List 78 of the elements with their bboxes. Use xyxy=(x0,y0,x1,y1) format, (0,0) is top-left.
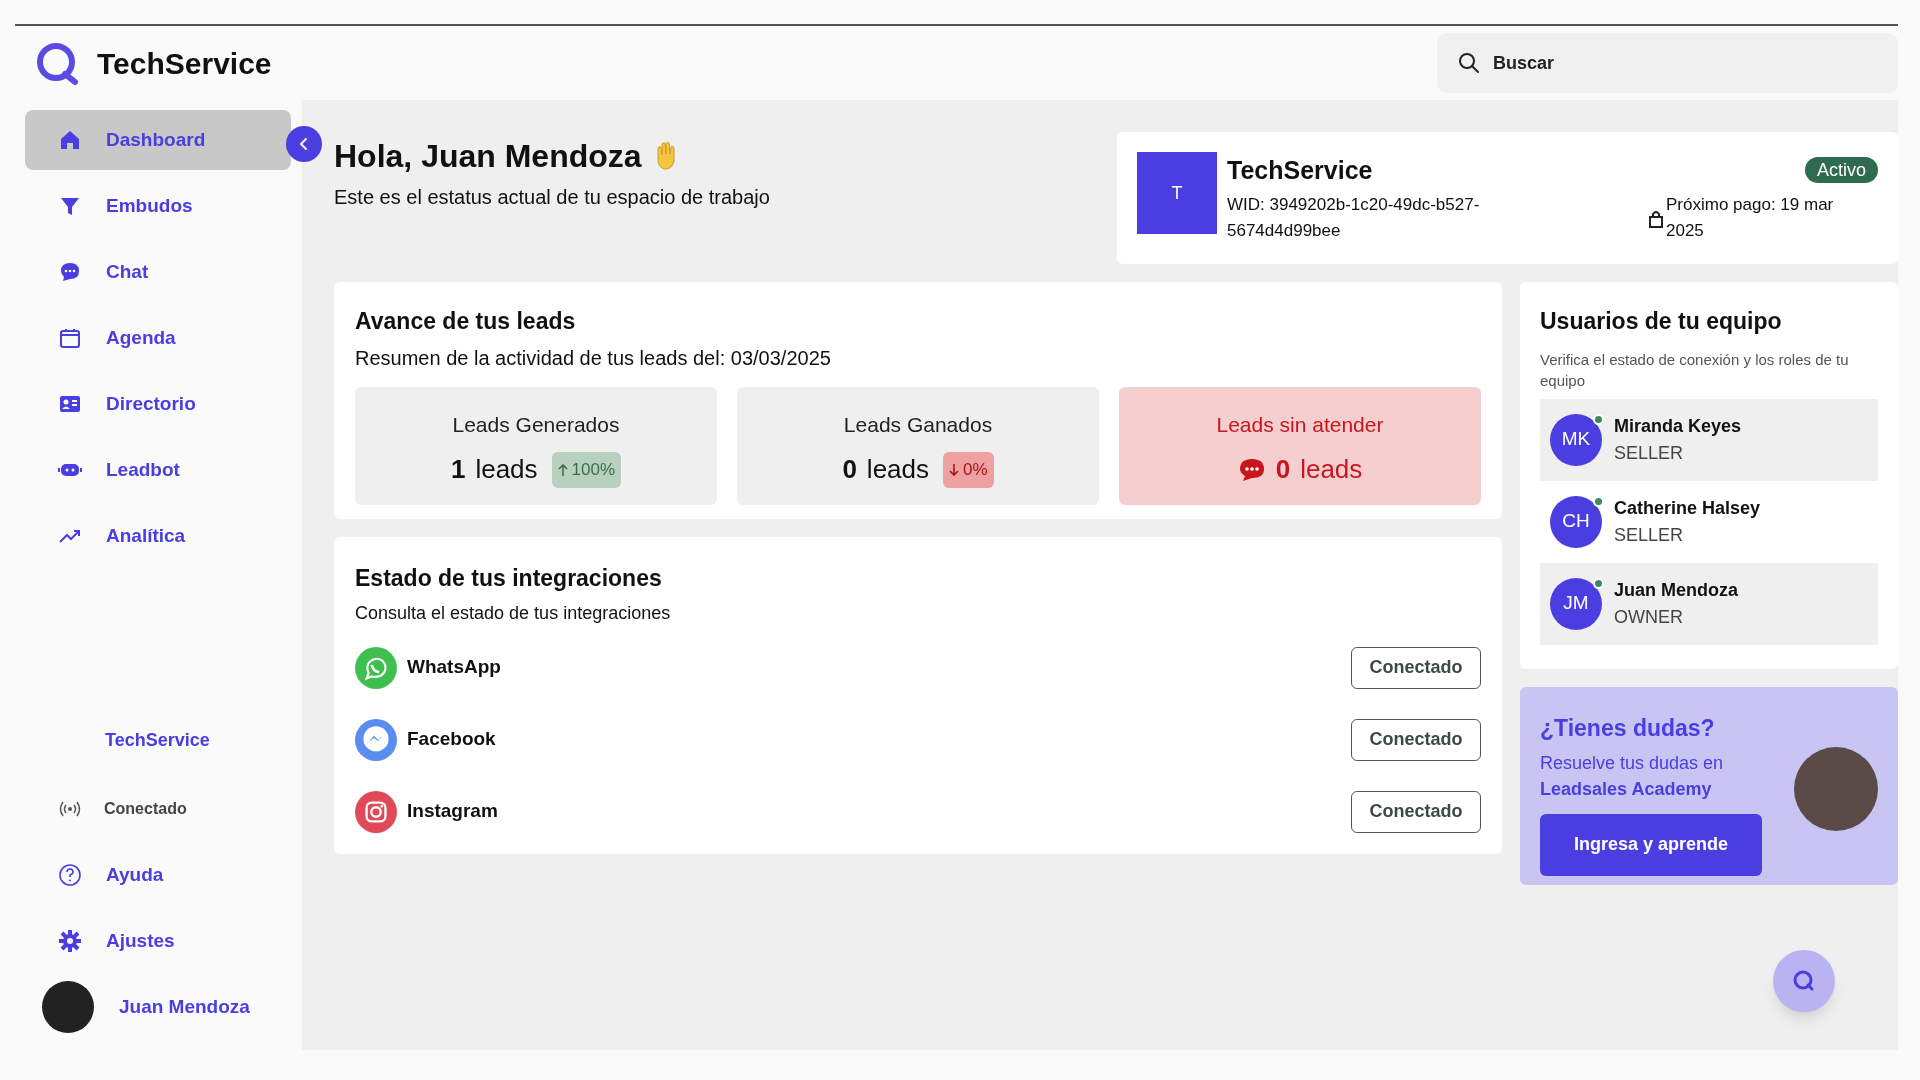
stat-count: 0 xyxy=(1275,453,1291,486)
academy-link[interactable]: Leadsales Academy xyxy=(1540,778,1712,799)
messenger-logo-icon xyxy=(355,718,397,761)
workspace-title: TechService xyxy=(1227,155,1374,186)
greeting-subtitle: Este es el estatus actual de tu espacio de trabajo xyxy=(334,185,770,210)
member-avatar: MK xyxy=(1550,413,1602,466)
stat-unit: leads xyxy=(475,453,538,486)
member-avatar: JM xyxy=(1550,577,1602,630)
section-title: Avance de tus leads xyxy=(355,307,577,336)
section-title: Estado de tus integraciones xyxy=(355,564,663,593)
integration-name: Instagram xyxy=(407,799,498,824)
change-badge: 100% xyxy=(551,451,622,488)
stat-count: 1 xyxy=(450,453,466,486)
user-avatar[interactable] xyxy=(42,981,94,1033)
member-role: OWNER xyxy=(1614,605,1684,629)
chat-icon xyxy=(1237,456,1266,483)
connection-status-button[interactable]: Conectado xyxy=(1351,790,1481,833)
greeting-title: Hola, Juan Mendoza xyxy=(334,137,642,176)
member-role: SELLER xyxy=(1614,523,1685,547)
arrow-down-icon xyxy=(949,462,959,477)
academy-text: Resuelve tus dudas en Leadsales Academy xyxy=(1540,751,1725,801)
whatsapp-logo-icon xyxy=(355,646,397,689)
academy-title: ¿Tienes dudas? xyxy=(1540,714,1716,743)
nav-item[interactable]: Embudos xyxy=(25,176,291,236)
help-icon xyxy=(58,863,82,887)
nav-item[interactable]: Ajustes xyxy=(25,911,291,971)
chat-icon xyxy=(58,260,82,284)
user-name[interactable]: Juan Mendoza xyxy=(119,992,250,1022)
nav-item[interactable]: Agenda xyxy=(25,308,291,368)
settings-icon xyxy=(58,929,82,953)
chat-bubble-button[interactable] xyxy=(1773,950,1835,1012)
stat-label: Leads sin atender xyxy=(1216,411,1384,438)
section-subtitle: Verifica el estado de conexión y los roles de tu equipo xyxy=(1540,349,1850,391)
workspace-avatar: T xyxy=(1137,152,1217,234)
arrow-up-icon xyxy=(557,462,568,477)
stat-count: 0 xyxy=(842,453,857,486)
home-icon xyxy=(58,128,82,152)
workspace-name: TechService xyxy=(104,729,211,752)
integration-name: Facebook xyxy=(407,727,496,752)
connection-status-button[interactable]: Conectado xyxy=(1351,646,1481,689)
section-title: Usuarios de tu equipo xyxy=(1540,307,1783,336)
connection-status-button[interactable]: Conectado xyxy=(1351,718,1481,761)
stat-unit: leads xyxy=(1300,453,1363,486)
connection-status: Conectado xyxy=(104,799,187,819)
team-member-row[interactable]: MK Miranda Keyes SELLER xyxy=(1540,398,1878,481)
stat-label: Leads Generados xyxy=(452,411,620,438)
nav-item[interactable]: Ayuda xyxy=(25,845,291,905)
logo-icon xyxy=(35,41,79,85)
integration-name: WhatsApp xyxy=(407,655,501,680)
stat-unit: leads xyxy=(866,453,929,486)
lock-icon xyxy=(1648,210,1664,228)
logo-icon xyxy=(1792,969,1816,993)
signal-icon xyxy=(58,800,82,818)
brand-name: TechService xyxy=(97,45,272,82)
change-badge: 0% xyxy=(943,451,994,488)
search-icon xyxy=(1457,51,1481,75)
member-name: Miranda Keyes xyxy=(1614,414,1742,438)
section-subtitle: Resumen de la actividad de tus leads del: 03/03/2025 xyxy=(355,345,832,371)
nav-item[interactable]: Analítica xyxy=(25,506,291,566)
member-role: SELLER xyxy=(1614,441,1685,465)
section-subtitle: Consulta el estado de tus integraciones xyxy=(355,601,672,625)
team-member-row[interactable]: CH Catherine Halsey SELLER xyxy=(1540,480,1878,563)
search-field[interactable]: Buscar xyxy=(1437,33,1898,93)
stat-label: Leads Ganados xyxy=(843,411,993,438)
nav-item[interactable]: Chat xyxy=(25,242,291,302)
member-name: Juan Mendoza xyxy=(1614,578,1738,602)
member-name: Catherine Halsey xyxy=(1614,496,1761,520)
member-avatar: CH xyxy=(1550,495,1602,548)
status-badge: Activo xyxy=(1804,157,1878,183)
nav-item[interactable]: Dashboard xyxy=(25,110,291,170)
team-member-row[interactable]: JM Juan Mendoza OWNER xyxy=(1540,562,1878,645)
nav-item[interactable]: Leadbot xyxy=(25,440,291,500)
calendar-icon xyxy=(58,326,82,350)
nav-item[interactable]: Directorio xyxy=(25,374,291,434)
next-payment: Próximo pago: 19 mar 2025 xyxy=(1666,194,1835,242)
learn-button[interactable]: Ingresa y aprende xyxy=(1540,813,1762,876)
workspace-id: WID: 3949202b-1c20-49dc-b527-5674d4d99bee xyxy=(1227,193,1481,242)
instagram-logo-icon xyxy=(355,790,397,833)
